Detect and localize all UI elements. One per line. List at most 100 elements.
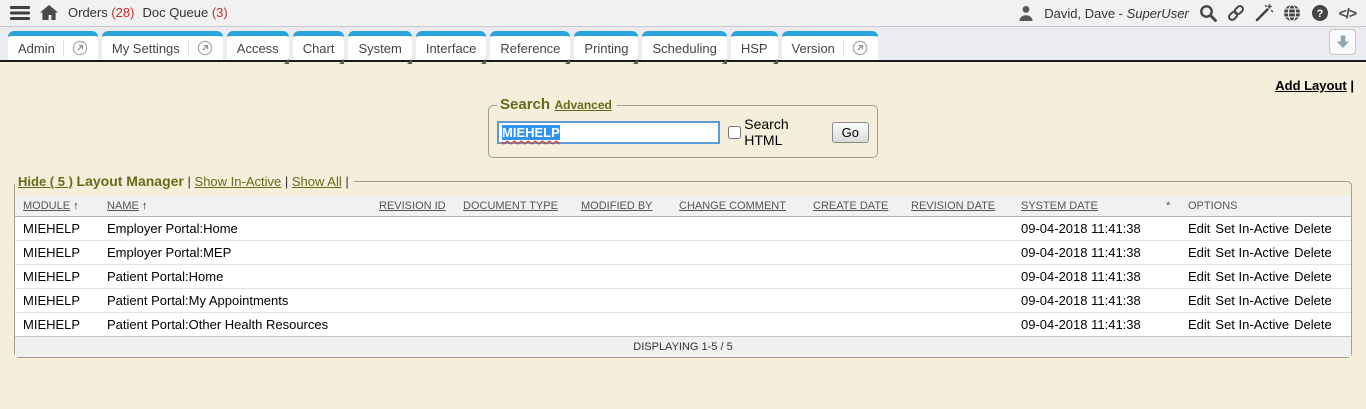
cell-modified-by — [573, 217, 671, 241]
show-all-link[interactable]: Show All — [292, 174, 342, 189]
show-inactive-link[interactable]: Show In-Active — [195, 174, 282, 189]
separator: | — [285, 174, 288, 189]
option-set-in-active-link[interactable]: Set In-Active — [1215, 221, 1289, 236]
cell-star — [1158, 289, 1180, 313]
cell-options: Edit Set In-Active Delete — [1180, 241, 1351, 265]
column-label: * — [1166, 200, 1170, 212]
cell-revision-date — [903, 289, 1013, 313]
code-icon[interactable]: </> — [1339, 5, 1356, 21]
home-icon[interactable] — [40, 5, 58, 21]
column-label[interactable]: CHANGE COMMENT — [679, 200, 786, 212]
cell-system-date: 09-04-2018 11:41:38 — [1013, 289, 1158, 313]
column-header-module: MODULE↑ — [15, 195, 99, 217]
option-edit-link[interactable]: Edit — [1188, 317, 1210, 332]
nav-label: Orders — [68, 5, 111, 20]
option-set-in-active-link[interactable]: Set In-Active — [1215, 317, 1289, 332]
wand-icon[interactable] — [1255, 4, 1273, 22]
column-header-star: * — [1158, 195, 1180, 217]
column-label[interactable]: REVISION ID — [379, 200, 446, 212]
tab-scheduling[interactable]: Scheduling — [642, 31, 726, 60]
tab-label: Chart — [303, 41, 335, 56]
option-set-in-active-link[interactable]: Set In-Active — [1215, 293, 1289, 308]
option-delete-link[interactable]: Delete — [1294, 245, 1332, 260]
dropdown-caret-icon — [565, 59, 570, 64]
table-header-row: MODULE↑ NAME ↑ REVISION ID DOCUMENT TYPE MODI… — [15, 195, 1351, 217]
column-label[interactable]: MODULE — [23, 200, 70, 212]
option-delete-link[interactable]: Delete — [1294, 269, 1332, 284]
column-label[interactable]: MODIFIED BY — [581, 200, 653, 212]
option-delete-link[interactable]: Delete — [1294, 317, 1332, 332]
cell-system-date: 09-04-2018 11:41:38 — [1013, 313, 1158, 337]
cell-name: Patient Portal:Other Health Resources — [99, 313, 371, 337]
hide-link[interactable]: Hide ( 5 ) — [18, 174, 73, 189]
option-delete-link[interactable]: Delete — [1294, 293, 1332, 308]
tab-reference[interactable]: Reference — [490, 31, 570, 60]
tab-label: Reference — [500, 41, 560, 56]
top-nav-doc-queue[interactable]: Doc Queue (3) — [142, 5, 227, 20]
table-row: MIEHELPPatient Portal:My Appointments09-… — [15, 289, 1351, 313]
download-arrow-button[interactable] — [1329, 29, 1356, 55]
tab-label: Version — [792, 41, 835, 56]
cell-revision-id — [371, 289, 455, 313]
cell-options: Edit Set In-Active Delete — [1180, 313, 1351, 337]
globe-icon[interactable] — [1283, 4, 1301, 22]
cell-star — [1158, 217, 1180, 241]
help-icon[interactable]: ? — [1311, 4, 1329, 22]
option-edit-link[interactable]: Edit — [1188, 269, 1210, 284]
search-icon[interactable] — [1199, 4, 1217, 22]
tab-chart[interactable]: Chart — [293, 31, 345, 60]
option-delete-link[interactable]: Delete — [1294, 221, 1332, 236]
separator: | — [188, 174, 191, 189]
user-name[interactable]: David, Dave - SuperUser — [1044, 6, 1189, 21]
search-title: Search — [500, 96, 550, 113]
layout-manager-legend: Hide ( 5 ) Layout Manager | Show In-Acti… — [15, 173, 354, 189]
dropdown-caret-icon — [633, 59, 638, 64]
advanced-search-link[interactable]: Advanced — [555, 98, 612, 112]
cell-name: Patient Portal:My Appointments — [99, 289, 371, 313]
tab-printing[interactable]: Printing — [574, 31, 638, 60]
cell-name: Employer Portal:Home — [99, 217, 371, 241]
option-set-in-active-link[interactable]: Set In-Active — [1215, 245, 1289, 260]
sort-ascending-icon: ↑ — [73, 200, 79, 212]
tab-system[interactable]: System — [348, 31, 411, 60]
cell-name: Employer Portal:MEP — [99, 241, 371, 265]
cell-name: Patient Portal:Home — [99, 265, 371, 289]
column-header-options: OPTIONS — [1180, 195, 1351, 217]
column-header-document-type: DOCUMENT TYPE — [455, 195, 573, 217]
column-label[interactable]: DOCUMENT TYPE — [463, 200, 558, 212]
tab-access[interactable]: Access — [227, 31, 289, 60]
column-label[interactable]: CREATE DATE — [813, 200, 888, 212]
cell-revision-id — [371, 241, 455, 265]
tab-version[interactable]: Version — [782, 31, 878, 60]
column-label: OPTIONS — [1188, 200, 1238, 212]
column-label[interactable]: SYSTEM DATE — [1021, 200, 1098, 212]
tabs-container: Admin My Settings Access Chart SystemInter… — [8, 31, 878, 60]
cell-system-date: 09-04-2018 11:41:38 — [1013, 217, 1158, 241]
add-layout-row: Add Layout | — [0, 62, 1366, 96]
search-input[interactable]: MIEHELP — [497, 121, 720, 144]
option-set-in-active-link[interactable]: Set In-Active — [1215, 269, 1289, 284]
tab-interface[interactable]: Interface — [416, 31, 487, 60]
tab-external-link-wrap — [843, 40, 868, 56]
option-edit-link[interactable]: Edit — [1188, 293, 1210, 308]
option-edit-link[interactable]: Edit — [1188, 221, 1210, 236]
cell-modified-by — [573, 265, 671, 289]
tab-hsp[interactable]: HSP — [731, 31, 778, 60]
tab-my-settings[interactable]: My Settings — [102, 31, 223, 60]
option-edit-link[interactable]: Edit — [1188, 245, 1210, 260]
link-icon[interactable] — [1227, 4, 1245, 22]
menu-icon[interactable] — [10, 5, 30, 21]
add-layout-link[interactable]: Add Layout — [1275, 78, 1347, 93]
top-bar: Orders (28) Doc Queue (3) David, Dave - S… — [0, 0, 1366, 27]
cell-revision-id — [371, 265, 455, 289]
tab-admin[interactable]: Admin — [8, 31, 98, 60]
tab-label: Admin — [18, 41, 55, 56]
column-label[interactable]: NAME — [107, 200, 139, 212]
top-nav-orders[interactable]: Orders (28) — [68, 5, 134, 20]
go-button[interactable]: Go — [832, 122, 869, 143]
search-html-checkbox[interactable] — [728, 126, 741, 139]
download-arrow-icon — [1335, 34, 1351, 50]
tab-label: Printing — [584, 41, 628, 56]
column-label[interactable]: REVISION DATE — [911, 200, 995, 212]
cell-change-comment — [671, 217, 805, 241]
